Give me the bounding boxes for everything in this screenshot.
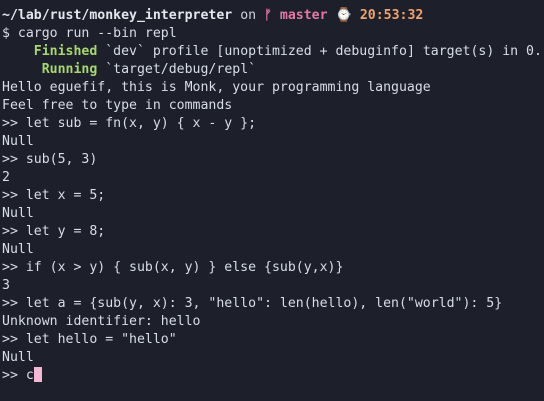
on-label: on — [232, 8, 265, 23]
git-branch-icon: ᚠ — [264, 8, 272, 23]
command-line: $ cargo run --bin repl — [2, 26, 177, 41]
output-line: >> sub(5, 3) — [2, 152, 98, 167]
terminal-window[interactable]: ~/lab/rust/monkey_interpreter on ᚠ maste… — [0, 0, 544, 401]
running-details: `target/debug/repl` — [97, 62, 257, 77]
current-path: ~/lab/rust/monkey_interpreter — [2, 8, 233, 23]
running-status: Running — [41, 62, 98, 77]
output-line: Null — [2, 242, 34, 257]
finished-details: `dev` profile [unoptimized + debuginfo] … — [97, 44, 542, 59]
output-line: >> let a = {sub(y, x): 3, "hello": len(h… — [2, 296, 503, 311]
output-line: Feel free to type in commands — [2, 98, 233, 113]
output-line: >> let x = 5; — [2, 188, 106, 203]
output-line: Unknown identifier: hello — [2, 314, 201, 329]
output-line: Hello eguefif, this is Monk, your progra… — [2, 80, 431, 95]
finished-status: Finished — [33, 44, 98, 59]
output-line: Null — [2, 134, 34, 149]
prompt-time: 20:53:32 — [359, 8, 424, 23]
build-running-line: Running `target/debug/repl` — [0, 61, 544, 79]
output-line: >> let y = 8; — [2, 224, 106, 239]
output-line: >> let hello = "hello" — [2, 332, 177, 347]
output-line: >> if (x > y) { sub(x, y) } else {sub(y,… — [2, 260, 344, 275]
repl-input-line[interactable]: >> c — [0, 367, 544, 385]
build-finished-line: Finished `dev` profile [unoptimized + de… — [0, 43, 544, 61]
clock-icon: ⌚ — [335, 8, 352, 23]
text-cursor — [33, 367, 42, 382]
output-line: Null — [2, 350, 34, 365]
repl-prompt: >> — [2, 368, 26, 383]
output-line: 3 — [2, 278, 10, 293]
git-branch-name: master — [279, 8, 328, 23]
output-line: >> let sub = fn(x, y) { x - y }; — [2, 116, 257, 131]
output-line: 2 — [2, 170, 10, 185]
repl-input-text[interactable]: c — [26, 368, 34, 383]
output-line: Null — [2, 206, 34, 221]
shell-prompt-line: ~/lab/rust/monkey_interpreter on ᚠ maste… — [0, 7, 544, 25]
